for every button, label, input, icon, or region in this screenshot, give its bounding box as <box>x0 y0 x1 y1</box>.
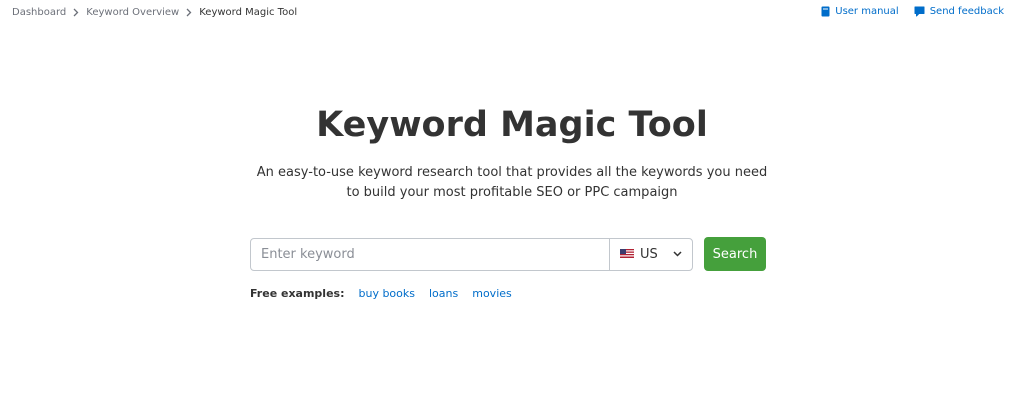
example-link-loans[interactable]: loans <box>429 287 458 300</box>
search-button[interactable]: Search <box>704 237 766 271</box>
keyword-input[interactable] <box>251 238 609 270</box>
top-bar: Dashboard Keyword Overview Keyword Magic… <box>0 0 1024 28</box>
chevron-down-icon <box>673 251 682 257</box>
subtitle-line-2: to build your most profitable SEO or PPC… <box>346 185 678 200</box>
database-value: US <box>640 246 658 262</box>
send-feedback-link[interactable]: Send feedback <box>914 6 1004 17</box>
breadcrumb-current: Keyword Magic Tool <box>199 7 298 18</box>
search-row: US Search <box>250 237 766 271</box>
database-select[interactable]: US <box>609 238 692 270</box>
user-manual-link[interactable]: User manual <box>821 6 899 17</box>
top-links: User manual Send feedback <box>821 6 1004 17</box>
send-feedback-label: Send feedback <box>929 6 1004 17</box>
example-link-movies[interactable]: movies <box>472 287 512 300</box>
breadcrumb-keyword-overview[interactable]: Keyword Overview <box>86 7 179 18</box>
free-examples: Free examples: buy books loans movies <box>250 287 526 300</box>
breadcrumb: Dashboard Keyword Overview Keyword Magic… <box>12 7 297 18</box>
chat-bubble-icon <box>914 6 925 17</box>
book-icon <box>821 6 830 17</box>
page-subtitle: An easy-to-use keyword research tool tha… <box>0 163 1024 203</box>
example-link-buy-books[interactable]: buy books <box>358 287 415 300</box>
breadcrumb-dashboard[interactable]: Dashboard <box>12 7 66 18</box>
search-box: US <box>250 237 693 271</box>
hero: Keyword Magic Tool An easy-to-use keywor… <box>0 105 1024 203</box>
chevron-right-icon <box>186 8 192 17</box>
chevron-right-icon <box>73 8 79 17</box>
user-manual-label: User manual <box>835 6 899 17</box>
page-title: Keyword Magic Tool <box>316 105 708 145</box>
us-flag-icon <box>620 247 634 262</box>
free-examples-label: Free examples: <box>250 287 345 300</box>
subtitle-line-1: An easy-to-use keyword research tool tha… <box>256 165 768 180</box>
